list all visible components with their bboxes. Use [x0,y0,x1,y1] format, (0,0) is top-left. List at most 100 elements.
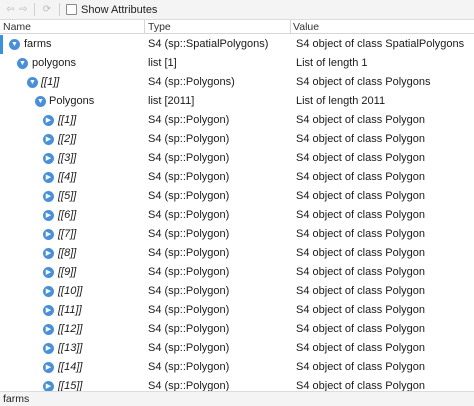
row-name: [[1]] [58,114,77,126]
row-type: S4 (sp::Polygon) [148,171,230,183]
row-value: S4 object of class Polygon [296,361,426,373]
tree-row-polygon[interactable]: ▶ [[8]] S4 (sp::Polygon) S4 object of cl… [0,244,474,263]
show-attributes-label[interactable]: Show Attributes [81,4,157,16]
expand-icon[interactable]: ▶ [43,172,54,183]
row-type: S4 (sp::Polygon) [148,247,230,259]
row-value: S4 object of class Polygon [296,190,426,202]
toolbar-divider [34,3,35,16]
row-value: List of length 2011 [296,95,386,107]
collapse-icon[interactable]: ▼ [27,77,38,88]
row-type: S4 (sp::SpatialPolygons) [148,38,269,50]
expand-icon[interactable]: ▶ [43,286,54,297]
row-type: S4 (sp::Polygon) [148,361,230,373]
tree-row-polygon[interactable]: ▶ [[2]] S4 (sp::Polygon) S4 object of cl… [0,130,474,149]
expand-icon[interactable]: ▶ [43,229,54,240]
column-header: Name Type Value [0,20,474,34]
expand-icon[interactable]: ▶ [43,267,54,278]
row-value: S4 object of class Polygon [296,247,426,259]
row-name: [[1]] [41,76,60,88]
row-name: Polygons [49,95,95,107]
expand-icon[interactable]: ▶ [43,210,54,221]
tree-row-polygon[interactable]: ▶ [[7]] S4 (sp::Polygon) S4 object of cl… [0,225,474,244]
row-value: S4 object of class Polygon [296,133,426,145]
tree-row-polygon[interactable]: ▶ [[13]] S4 (sp::Polygon) S4 object of c… [0,339,474,358]
tree-row-polygon[interactable]: ▶ [[4]] S4 (sp::Polygon) S4 object of cl… [0,168,474,187]
tree-row-polygons-slot[interactable]: ▼ Polygons list [2011] List of length 20… [0,92,474,111]
column-divider[interactable] [290,20,291,34]
row-name: [[14]] [58,361,83,373]
row-value: S4 object of class Polygon [296,209,426,221]
row-type: S4 (sp::Polygon) [148,152,230,164]
tree-row-polygons-item[interactable]: ▼ [[1]] S4 (sp::Polygons) S4 object of c… [0,73,474,92]
row-value: S4 object of class Polygon [296,152,426,164]
row-type: list [2011] [148,95,195,107]
column-divider[interactable] [144,20,145,34]
expand-icon[interactable]: ▶ [43,134,54,145]
collapse-icon[interactable]: ▼ [35,96,46,107]
collapse-icon[interactable]: ▼ [17,58,28,69]
tree-row-polygon[interactable]: ▶ [[15]] S4 (sp::Polygon) S4 object of c… [0,377,474,391]
row-name: [[12]] [58,323,83,335]
row-name: [[11]] [58,304,82,316]
tree-row-polygon[interactable]: ▶ [[11]] S4 (sp::Polygon) S4 object of c… [0,301,474,320]
row-type: S4 (sp::Polygon) [148,323,230,335]
row-name: [[2]] [58,133,77,145]
expand-icon[interactable]: ▶ [43,248,54,259]
tree-row-polygon[interactable]: ▶ [[9]] S4 (sp::Polygon) S4 object of cl… [0,263,474,282]
toolbar-divider [59,3,60,16]
row-name: polygons [32,57,77,69]
row-type: S4 (sp::Polygon) [148,114,230,126]
row-name: [[10]] [58,285,83,297]
expand-icon[interactable]: ▶ [43,153,54,164]
tree-row-polygon[interactable]: ▶ [[14]] S4 (sp::Polygon) S4 object of c… [0,358,474,377]
expand-icon[interactable]: ▶ [43,191,54,202]
row-type: list [1] [148,57,177,69]
tree-row-polygon[interactable]: ▶ [[3]] S4 (sp::Polygon) S4 object of cl… [0,149,474,168]
row-name: [[6]] [58,209,77,221]
expand-icon[interactable]: ▶ [43,343,54,354]
refresh-icon[interactable]: ⟳ [39,3,55,16]
tree-row-polygon[interactable]: ▶ [[5]] S4 (sp::Polygon) S4 object of cl… [0,187,474,206]
expand-icon[interactable]: ▶ [43,381,54,391]
row-name: farms [24,38,52,50]
expand-icon[interactable]: ▶ [43,305,54,316]
row-value: S4 object of class Polygon [296,285,426,297]
row-name: [[3]] [58,152,77,164]
column-name-header[interactable]: Name [3,20,31,34]
row-name: [[5]] [58,190,77,202]
row-name: [[7]] [58,228,77,240]
tree-row-farms[interactable]: ▼ farms S4 (sp::SpatialPolygons) S4 obje… [0,35,474,54]
tree-row-polygon[interactable]: ▶ [[1]] S4 (sp::Polygon) S4 object of cl… [0,111,474,130]
row-type: S4 (sp::Polygon) [148,133,230,145]
back-arrow-icon[interactable]: ⇦ [4,3,17,16]
column-value-header[interactable]: Value [293,20,319,34]
row-value: S4 object of class Polygon [296,323,426,335]
row-value: S4 object of class Polygons [296,76,431,88]
tree-row-polygon[interactable]: ▶ [[6]] S4 (sp::Polygon) S4 object of cl… [0,206,474,225]
row-value: S4 object of class Polygon [296,171,426,183]
tree-row-polygons[interactable]: ▼ polygons list [1] List of length 1 [0,54,474,73]
row-type: S4 (sp::Polygon) [148,190,230,202]
tree-row-polygon[interactable]: ▶ [[10]] S4 (sp::Polygon) S4 object of c… [0,282,474,301]
selection-indicator [0,35,3,54]
expand-icon[interactable]: ▶ [43,115,54,126]
row-type: S4 (sp::Polygon) [148,304,230,316]
expand-icon[interactable]: ▶ [43,362,54,373]
row-name: [[9]] [58,266,77,278]
row-value: S4 object of class Polygon [296,342,426,354]
row-value: S4 object of class Polygon [296,114,426,126]
row-name: [[15]] [58,380,83,391]
row-value: S4 object of class SpatialPolygons [296,38,465,50]
row-value: S4 object of class Polygon [296,228,426,240]
status-path: farms [3,393,30,405]
collapse-icon[interactable]: ▼ [9,39,20,50]
column-type-header[interactable]: Type [148,20,171,34]
row-type: S4 (sp::Polygon) [148,380,230,391]
forward-arrow-icon[interactable]: ⇨ [17,3,30,16]
row-value: List of length 1 [296,57,368,69]
expand-icon[interactable]: ▶ [43,324,54,335]
tree-row-polygon[interactable]: ▶ [[12]] S4 (sp::Polygon) S4 object of c… [0,320,474,339]
status-bar: farms [0,391,474,406]
show-attributes-checkbox[interactable] [66,4,77,15]
row-type: S4 (sp::Polygons) [148,76,235,88]
